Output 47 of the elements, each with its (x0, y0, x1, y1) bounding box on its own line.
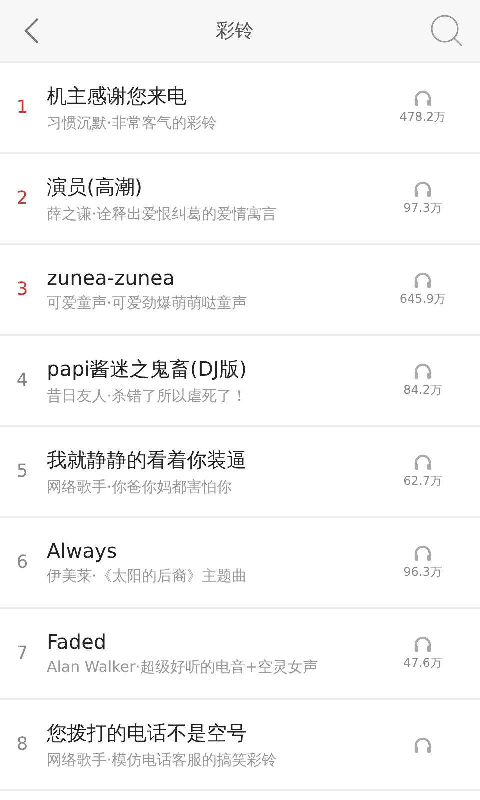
page-title: 彩铃 (216, 18, 254, 44)
headphones-icon (413, 89, 433, 107)
song-title: Faded (47, 630, 108, 654)
play-count: 47.6万 (404, 655, 442, 672)
song-row[interactable]: 5 我就静静的看着你装逼 网络歌手·你爸你妈都害怕你 62.7万 (0, 427, 480, 518)
headphones-icon (413, 362, 433, 380)
headphones-icon (413, 736, 433, 754)
search-icon[interactable] (430, 14, 464, 48)
headphones-icon (413, 180, 433, 198)
song-title: zunea-zunea (47, 266, 176, 290)
song-title: 我就静静的看着你装逼 (47, 446, 248, 474)
song-subtitle: 薛之谦·诠释出爱恨纠葛的爱情寓言 (47, 204, 278, 224)
headphones-icon (413, 544, 433, 562)
rank-number: 4 (16, 370, 30, 391)
song-title: 演员(高潮) (47, 174, 144, 200)
play-count: 62.7万 (404, 473, 442, 490)
song-subtitle: 伊美莱·《太阳的后裔》主题曲 (47, 567, 248, 586)
back-icon[interactable] (24, 16, 40, 44)
rank-number: 8 (16, 734, 30, 755)
play-count: 478.2万 (400, 109, 446, 126)
play-count: 97.3万 (404, 200, 442, 217)
song-title: 机主感谢您来电 (47, 82, 188, 110)
song-subtitle: 习惯沉默·非常客气的彩铃 (47, 114, 218, 132)
song-row[interactable]: 2 演员(高潮) 薛之谦·诠释出爱恨纠葛的爱情寓言 97.3万 (0, 154, 480, 245)
song-row[interactable]: 1 机主感谢您来电 习惯沉默·非常客气的彩铃 478.2万 (0, 63, 480, 154)
rank-number: 3 (16, 279, 30, 300)
song-subtitle: 网络歌手·你爸你妈都害怕你 (47, 478, 233, 496)
headphones-icon (413, 635, 433, 653)
song-subtitle: 网络歌手·模仿电话客服的搞笑彩铃 (47, 750, 278, 770)
headphones-icon (413, 271, 433, 289)
rank-number: 5 (16, 461, 30, 482)
play-count: 645.9万 (400, 291, 446, 308)
rank-number: 1 (16, 97, 30, 118)
song-title: Always (47, 539, 118, 563)
rank-number: 2 (16, 188, 30, 209)
song-title: 您拨打的电话不是空号 (47, 720, 248, 746)
rank-number: 7 (16, 643, 30, 664)
play-count: 84.2万 (404, 382, 442, 399)
song-row[interactable]: 4 papi酱迷之鬼畜(DJ版) 昔日友人·杀错了所以虐死了！ 84.2万 (0, 336, 480, 427)
headphones-icon (413, 453, 433, 471)
song-subtitle: Alan Walker·超级好听的电音+空灵女声 (47, 658, 320, 677)
song-subtitle: 昔日友人·杀错了所以虐死了！ (47, 386, 248, 406)
song-subtitle: 可爱童声·可爱劲爆萌萌哒童声 (47, 294, 248, 313)
song-title: papi酱迷之鬼畜(DJ版) (47, 356, 248, 382)
play-count: 96.3万 (404, 564, 442, 581)
rank-number: 6 (16, 552, 30, 573)
song-row[interactable]: 8 您拨打的电话不是空号 网络歌手·模仿电话客服的搞笑彩铃 (0, 700, 480, 791)
